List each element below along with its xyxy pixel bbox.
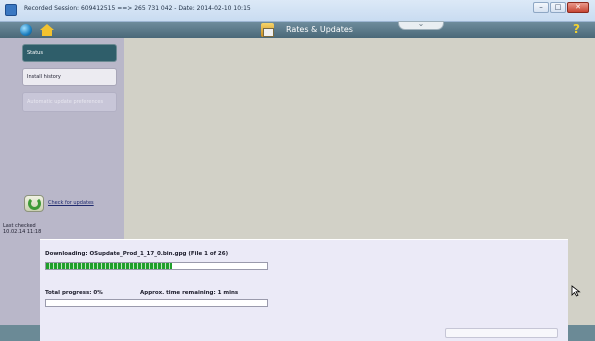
app-window-icon — [5, 4, 17, 16]
check-for-updates-link[interactable]: Check for updates — [48, 200, 94, 206]
sidebar-item-label: Install history — [27, 74, 61, 80]
globe-icon[interactable] — [20, 24, 32, 36]
refresh-icon[interactable] — [24, 195, 44, 212]
maximize-icon: □ — [554, 3, 562, 11]
total-progress-bar — [45, 299, 268, 307]
download-progress-dialog: Downloading: OSupdate_Prod_1_17_0.bin.gp… — [40, 239, 568, 341]
sidebar-item-label: Automatic update preferences — [27, 99, 104, 105]
rates-updates-icon — [261, 23, 274, 37]
collapse-header-button[interactable]: ⌄ — [398, 19, 444, 30]
close-button[interactable]: ✕ — [567, 2, 589, 13]
sidebar-item-install-history[interactable]: Install history — [22, 68, 117, 86]
window-title-bar: Recorded Session: 609412515 ==> 265 731 … — [0, 0, 595, 22]
maximize-button[interactable]: □ — [550, 2, 566, 13]
sidebar-item-label: Status — [27, 50, 43, 56]
last-checked-value: 10.02.14 11:18 — [3, 229, 42, 235]
window-title: Recorded Session: 609412515 ==> 265 731 … — [24, 5, 251, 12]
minimize-button[interactable]: – — [533, 2, 549, 13]
mouse-cursor-icon — [571, 285, 581, 297]
page-title: Rates & Updates — [286, 25, 353, 34]
file-progress-bar — [45, 262, 268, 270]
app-header: Rates & Updates ⌄ ? — [0, 19, 595, 38]
file-progress-fill — [46, 263, 172, 269]
dialog-button[interactable] — [445, 328, 558, 338]
time-remaining-label: Approx. time remaining: 1 mins — [140, 290, 239, 296]
home-icon[interactable] — [40, 24, 54, 36]
sidebar-item-status[interactable]: Status — [22, 44, 117, 62]
total-progress-label: Total progress: 0% — [45, 290, 103, 296]
help-button[interactable]: ? — [573, 22, 580, 36]
downloading-label: Downloading: OSupdate_Prod_1_17_0.bin.gp… — [45, 251, 229, 257]
chevron-down-icon: ⌄ — [417, 19, 425, 28]
close-icon: ✕ — [575, 3, 581, 11]
app-window: Recorded Session: 609412515 ==> 265 731 … — [0, 0, 595, 341]
minimize-icon: – — [539, 3, 543, 11]
sidebar-item-automatic-update-preferences: Automatic update preferences — [22, 92, 117, 112]
last-checked-info: Last checked 10.02.14 11:18 — [3, 223, 41, 235]
